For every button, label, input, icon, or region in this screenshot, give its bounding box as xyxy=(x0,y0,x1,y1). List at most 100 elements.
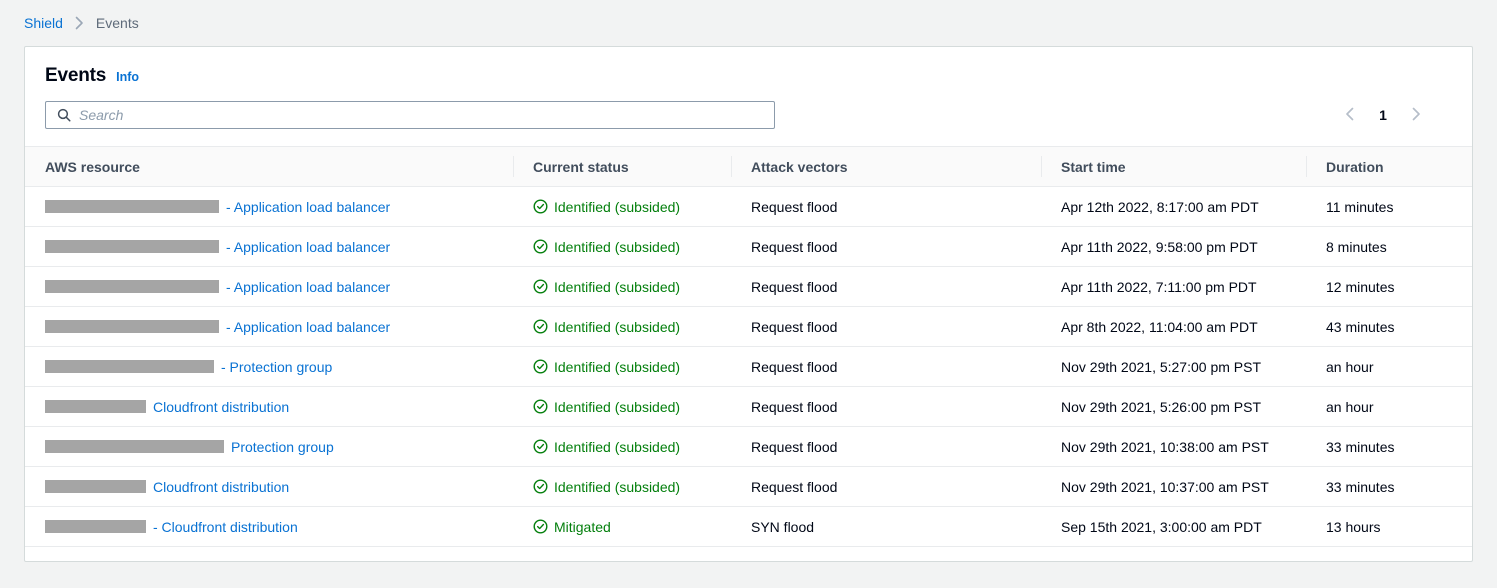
search-input[interactable] xyxy=(46,102,774,128)
resource-link[interactable]: - Application load balancer xyxy=(226,319,390,335)
cell-duration: 43 minutes xyxy=(1306,307,1473,347)
status-badge: Identified (subsided) xyxy=(533,439,711,455)
resource-cell: - Cloudfront distribution xyxy=(45,519,493,535)
filter-row: 1 xyxy=(45,101,1452,129)
redacted-resource-name xyxy=(45,440,224,453)
cell-current-status: Identified (subsided) xyxy=(513,387,731,427)
redacted-resource-name xyxy=(45,400,146,413)
card-header: Events Info xyxy=(25,47,1472,129)
resource-link[interactable]: - Protection group xyxy=(221,359,332,375)
status-label: Identified (subsided) xyxy=(554,319,680,335)
check-circle-icon xyxy=(533,399,548,414)
table-row: - Cloudfront distributionMitigatedSYN fl… xyxy=(25,507,1473,547)
breadcrumb: Shield Events xyxy=(0,0,1497,46)
resource-link[interactable]: - Cloudfront distribution xyxy=(153,519,298,535)
chevron-left-icon xyxy=(1345,107,1355,124)
resource-link[interactable]: Protection group xyxy=(231,439,334,455)
cell-aws-resource: Cloudfront distribution xyxy=(25,387,513,427)
cell-aws-resource: Cloudfront distribution xyxy=(25,467,513,507)
column-header-duration[interactable]: Duration xyxy=(1306,147,1473,187)
breadcrumb-link-shield[interactable]: Shield xyxy=(24,15,63,31)
page-title: Events xyxy=(45,65,106,87)
cell-aws-resource: - Application load balancer xyxy=(25,307,513,347)
status-badge: Identified (subsided) xyxy=(533,279,711,295)
redacted-resource-name xyxy=(45,480,146,493)
status-badge: Identified (subsided) xyxy=(533,359,711,375)
info-link[interactable]: Info xyxy=(116,70,139,84)
resource-link[interactable]: Cloudfront distribution xyxy=(153,479,289,495)
cell-start-time: Apr 11th 2022, 9:58:00 pm PDT xyxy=(1041,227,1306,267)
table-header-row: AWS resource Current status Attack vecto… xyxy=(25,147,1473,187)
column-header-start-time[interactable]: Start time xyxy=(1041,147,1306,187)
table-body: - Application load balancer Identified (s… xyxy=(25,187,1473,547)
cell-attack-vectors: Request flood xyxy=(731,427,1041,467)
cell-duration: an hour xyxy=(1306,347,1473,387)
redacted-resource-name xyxy=(45,360,214,373)
table-row: - Application load balancer Identified (s… xyxy=(25,187,1473,227)
column-header-current-status[interactable]: Current status xyxy=(513,147,731,187)
resource-cell: - Protection group xyxy=(45,359,493,375)
cell-duration: an hour xyxy=(1306,387,1473,427)
cell-start-time: Apr 8th 2022, 11:04:00 am PDT xyxy=(1041,307,1306,347)
cell-start-time: Nov 29th 2021, 5:27:00 pm PST xyxy=(1041,347,1306,387)
check-circle-icon xyxy=(533,519,548,534)
cell-aws-resource: - Application load balancer xyxy=(25,267,513,307)
cell-current-status: Identified (subsided) xyxy=(513,267,731,307)
table-row: Cloudfront distribution Identified (subsi… xyxy=(25,467,1473,507)
status-badge: Identified (subsided) xyxy=(533,479,711,495)
table-header: AWS resource Current status Attack vecto… xyxy=(25,147,1473,187)
resource-cell: - Application load balancer xyxy=(45,279,493,295)
table-row: - Protection group Identified (subsided) R… xyxy=(25,347,1473,387)
status-label: Identified (subsided) xyxy=(554,239,680,255)
check-circle-icon xyxy=(533,279,548,294)
redacted-resource-name xyxy=(45,320,219,333)
title-row: Events Info xyxy=(45,65,1452,87)
table-row: Protection group Identified (subsided) Req… xyxy=(25,427,1473,467)
pagination-page-1[interactable]: 1 xyxy=(1370,101,1396,129)
redacted-resource-name xyxy=(45,280,219,293)
status-badge: Identified (subsided) xyxy=(533,399,711,415)
status-badge: Identified (subsided) xyxy=(533,319,711,335)
cell-aws-resource: - Application load balancer xyxy=(25,227,513,267)
resource-cell: - Application load balancer xyxy=(45,239,493,255)
cell-duration: 13 hours xyxy=(1306,507,1473,547)
table-row: - Application load balancer Identified (s… xyxy=(25,307,1473,347)
check-circle-icon xyxy=(533,359,548,374)
status-label: Mitigated xyxy=(554,519,611,535)
check-circle-icon xyxy=(533,199,548,214)
resource-link[interactable]: Cloudfront distribution xyxy=(153,399,289,415)
cell-attack-vectors: Request flood xyxy=(731,307,1041,347)
cell-duration: 8 minutes xyxy=(1306,227,1473,267)
cell-current-status: Identified (subsided) xyxy=(513,467,731,507)
cell-aws-resource: - Protection group xyxy=(25,347,513,387)
cell-current-status: Mitigated xyxy=(513,507,731,547)
cell-attack-vectors: Request flood xyxy=(731,227,1041,267)
column-header-attack-vectors[interactable]: Attack vectors xyxy=(731,147,1041,187)
resource-link[interactable]: - Application load balancer xyxy=(226,199,390,215)
cell-attack-vectors: Request flood xyxy=(731,387,1041,427)
column-header-aws-resource[interactable]: AWS resource xyxy=(25,147,513,187)
resource-link[interactable]: - Application load balancer xyxy=(226,279,390,295)
pagination: 1 xyxy=(1336,101,1430,129)
chevron-right-icon xyxy=(74,16,85,30)
pagination-prev-button[interactable] xyxy=(1336,101,1364,129)
cell-start-time: Sep 15th 2021, 3:00:00 am PDT xyxy=(1041,507,1306,547)
cell-attack-vectors: Request flood xyxy=(731,267,1041,307)
resource-cell: Cloudfront distribution xyxy=(45,399,493,415)
cell-aws-resource: - Application load balancer xyxy=(25,187,513,227)
search-box[interactable] xyxy=(45,101,775,129)
redacted-resource-name xyxy=(45,200,219,213)
status-label: Identified (subsided) xyxy=(554,439,680,455)
search-icon xyxy=(57,108,71,122)
cell-attack-vectors: Request flood xyxy=(731,347,1041,387)
status-badge: Identified (subsided) xyxy=(533,239,711,255)
breadcrumb-current-events: Events xyxy=(96,15,139,31)
status-badge: Identified (subsided) xyxy=(533,199,711,215)
cell-duration: 12 minutes xyxy=(1306,267,1473,307)
events-card: Events Info xyxy=(24,46,1473,562)
cell-current-status: Identified (subsided) xyxy=(513,227,731,267)
status-label: Identified (subsided) xyxy=(554,199,680,215)
table-row: - Application load balancer Identified (s… xyxy=(25,267,1473,307)
resource-link[interactable]: - Application load balancer xyxy=(226,239,390,255)
pagination-next-button[interactable] xyxy=(1402,101,1430,129)
